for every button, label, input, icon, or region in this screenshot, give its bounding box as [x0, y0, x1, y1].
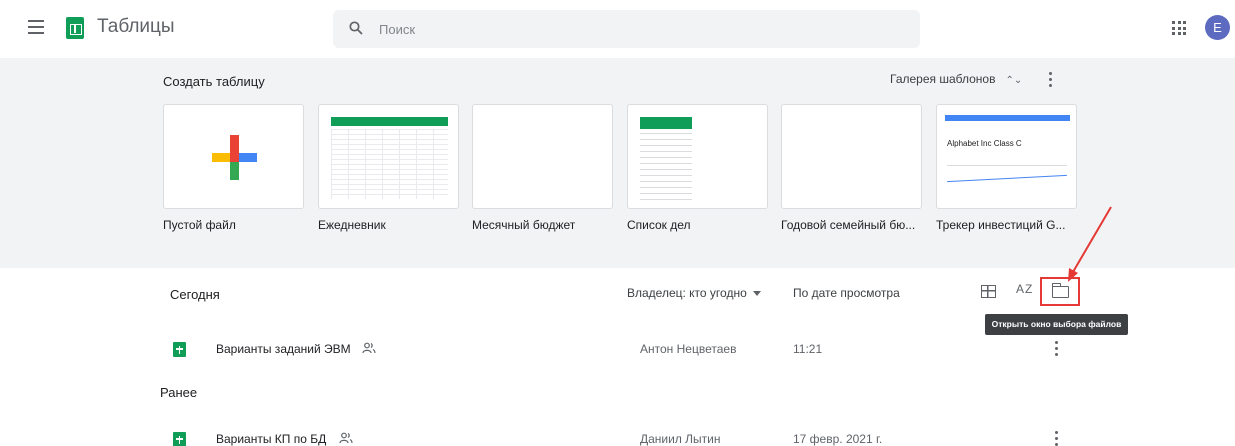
template-todo[interactable]: Список дел — [627, 104, 768, 232]
main-menu-icon[interactable] — [28, 20, 44, 34]
open-file-picker-button[interactable] — [1040, 277, 1080, 306]
template-label: Ежедневник — [318, 218, 386, 232]
template-label: Трекер инвестиций G... — [936, 218, 1066, 232]
file-name: Варианты КП по БД — [216, 432, 327, 446]
thumbnail-header — [945, 115, 1070, 121]
template-family-budget[interactable]: Годовой семейный бю... — [781, 104, 922, 232]
file-row[interactable]: Варианты заданий ЭВМ Антон Нецветаев 11:… — [0, 330, 1235, 370]
sheets-logo-icon[interactable] — [66, 17, 84, 39]
templates-title: Создать таблицу — [163, 74, 265, 89]
thumbnail-lines — [640, 133, 692, 203]
sort-az-icon[interactable]: AZ — [1016, 282, 1033, 296]
template-label: Пустой файл — [163, 218, 236, 232]
search-bar[interactable] — [333, 10, 920, 48]
file-list-header: Сегодня Владелец: кто угодно По дате про… — [0, 268, 1235, 318]
file-row[interactable]: Варианты КП по БД Даниил Лытин 17 февр. … — [0, 420, 1235, 446]
avatar[interactable]: E — [1205, 15, 1230, 40]
template-label: Месячный бюджет — [472, 218, 576, 232]
folder-icon — [1051, 283, 1069, 298]
plus-icon-bar — [212, 153, 257, 162]
template-label: Список дел — [627, 218, 691, 232]
owner-filter-dropdown[interactable]: Владелец: кто угодно — [627, 286, 761, 300]
template-thumbnail — [627, 104, 768, 209]
thumbnail-grid — [331, 129, 448, 199]
top-bar: Таблицы E — [0, 0, 1235, 58]
thumbnail-chart — [947, 165, 1067, 195]
template-investment-tracker[interactable]: Alphabet Inc Class C Трекер инвестиций G… — [936, 104, 1077, 232]
more-options-icon[interactable] — [1051, 431, 1061, 446]
more-options-icon[interactable] — [1045, 72, 1055, 90]
template-thumbnail — [781, 104, 922, 209]
sheets-home: Таблицы E Создать таблицу Галерея шаблон… — [0, 0, 1235, 446]
more-options-icon[interactable] — [1051, 341, 1061, 359]
thumbnail-title: Alphabet Inc Class C — [947, 139, 1022, 148]
section-today: Сегодня — [170, 287, 220, 302]
template-budget[interactable]: Месячный бюджет — [472, 104, 613, 232]
file-date: 17 февр. 2021 г. — [793, 432, 883, 446]
section-earlier: Ранее — [160, 385, 198, 400]
unfold-icon: ⌃⌄ — [1005, 75, 1023, 86]
template-gallery-label: Галерея шаблонов — [890, 72, 996, 86]
file-date: 11:21 — [793, 342, 823, 356]
shared-icon — [339, 432, 353, 444]
template-gallery-button[interactable]: Галерея шаблонов ⌃⌄ — [890, 72, 1022, 92]
template-thumbnail — [163, 104, 304, 209]
spreadsheet-icon — [173, 342, 186, 357]
template-thumbnail: Alphabet Inc Class C — [936, 104, 1077, 209]
template-blank[interactable]: Пустой файл — [163, 104, 304, 232]
template-gallery: Создать таблицу Галерея шаблонов ⌃⌄ Пусто… — [0, 58, 1235, 268]
shared-icon — [362, 342, 376, 354]
search-input[interactable] — [379, 19, 879, 39]
search-icon[interactable] — [349, 21, 363, 35]
owner-filter-label: Владелец: кто угодно — [627, 286, 747, 300]
sort-order-button[interactable]: По дате просмотра — [793, 286, 900, 300]
file-name: Варианты заданий ЭВМ — [216, 342, 351, 356]
caret-down-icon — [752, 291, 761, 297]
thumbnail-header — [640, 117, 692, 129]
template-planner[interactable]: Ежедневник — [318, 104, 459, 232]
file-owner: Даниил Лытин — [640, 432, 721, 446]
spreadsheet-icon — [173, 432, 186, 446]
file-owner: Антон Нецветаев — [640, 342, 737, 356]
template-thumbnail — [472, 104, 613, 209]
google-apps-icon[interactable] — [1172, 21, 1186, 35]
app-title[interactable]: Таблицы — [97, 16, 175, 38]
grid-view-icon[interactable] — [981, 285, 996, 298]
template-label: Годовой семейный бю... — [781, 218, 916, 232]
template-thumbnail — [318, 104, 459, 209]
thumbnail-header — [331, 117, 448, 126]
